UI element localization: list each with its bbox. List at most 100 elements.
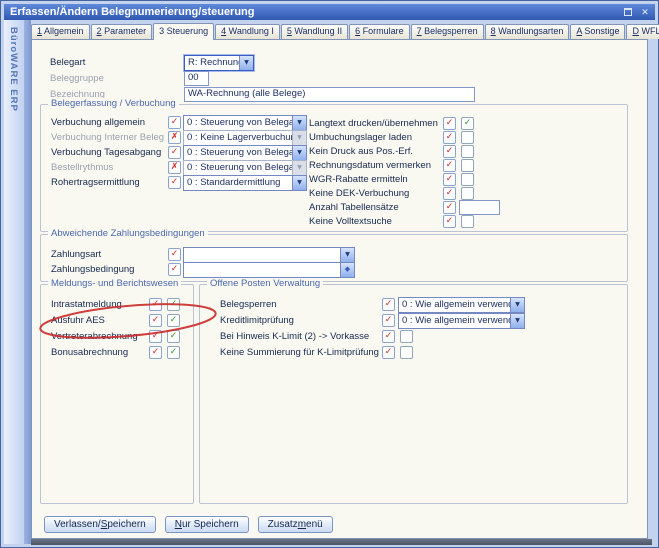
form-row: Keine Volltextsuche✓ <box>41 215 627 229</box>
row-label: Rechnungsdatum vermerken <box>309 160 431 171</box>
row-label: Ausfuhr AES <box>51 315 105 326</box>
chevron-down-icon[interactable]: ▼ <box>510 298 524 312</box>
row-label: Umbuchungslager laden <box>309 132 412 143</box>
verlassen-speichern-button[interactable]: Verlassen/Speichern <box>44 516 156 533</box>
chevron-down-icon[interactable]: ▼ <box>510 314 524 328</box>
dropdown-value: 0 : Wie allgemein verwenden <box>399 298 510 312</box>
beleggruppe-label: Beleggruppe <box>50 73 104 84</box>
tab-2-parameter[interactable]: 2 Parameter <box>91 24 153 39</box>
close-icon[interactable]: ✕ <box>638 6 652 18</box>
button-row: Verlassen/Speichern Nur Speichern Zusatzme… <box>44 516 333 533</box>
form-row: Ausfuhr AES ✓ ✓ <box>41 314 193 328</box>
form-row: WGR-Rabatte ermitteln ✓ <box>41 173 627 187</box>
chevron-down-icon[interactable]: ▼ <box>239 56 253 70</box>
row-label: Zahlungsbedingung <box>51 264 134 275</box>
application-window: { "window": { "title": "Erfassen/Ändern … <box>0 0 659 548</box>
chevron-down-icon[interactable]: ▼ <box>340 248 354 262</box>
row-label: Belegsperren <box>220 299 277 310</box>
red-check-icon[interactable]: ✓ <box>443 145 456 158</box>
green-check-icon[interactable]: ✓ <box>167 314 180 327</box>
checkbox-keine-dek-verbuchung[interactable] <box>461 187 474 200</box>
dropdown-value <box>184 248 340 262</box>
form-row: Intrastatmeldung✓✓ <box>41 298 193 312</box>
form-row: Anzahl Tabellensätze ✓ <box>41 201 627 215</box>
green-check-icon[interactable]: ✓ <box>167 298 180 311</box>
tab-3-steuerung[interactable]: 3 Steuerung <box>153 23 214 40</box>
red-check-icon[interactable]: ✓ <box>149 314 162 327</box>
checkbox-keine-volltextsuche[interactable] <box>461 215 474 228</box>
red-check-icon[interactable]: ✓ <box>443 173 456 186</box>
red-check-icon[interactable]: ✓ <box>149 298 162 311</box>
bezeichnung-input[interactable]: WA-Rechnung (alle Belege) <box>184 87 475 102</box>
bottom-edge-bar <box>31 539 652 545</box>
beleggruppe-input[interactable]: 00 <box>184 71 209 86</box>
checkbox-kein-druck-aus-pos-erf[interactable] <box>461 145 474 158</box>
tab-bar: 1 Allgemein2 Parameter3 Steuerung4 Wandl… <box>31 24 659 40</box>
checkbox-umbuchungslager-laden[interactable] <box>461 131 474 144</box>
sidebar: BüroWARE ERP <box>4 20 31 544</box>
red-check-icon[interactable]: ✓ <box>382 330 395 343</box>
tab-1-allgemein[interactable]: 1 Allgemein <box>31 24 90 39</box>
tab-d-wfl-tb[interactable]: D WFL/TB <box>626 24 659 39</box>
dropdown-kreditlimitpr-fung[interactable]: 0 : Wie allgemein verwenden▼ <box>398 313 525 329</box>
row-label: Anzahl Tabellensätze <box>309 202 399 213</box>
tab-a-sonstige[interactable]: A Sonstige <box>570 24 625 39</box>
green-check-icon[interactable]: ✓ <box>167 346 180 359</box>
sidebar-strip <box>24 20 31 544</box>
dropdown-zahlungsart[interactable]: ▼ <box>183 247 355 263</box>
group-offene-posten: Offene Posten Verwaltung Belegsperren✓0 … <box>199 284 628 504</box>
form-row: Langtext drucken/übernehmen✓✓ <box>41 117 627 131</box>
checkbox-bei-hinweis-k-limit-2-vorkasse[interactable] <box>400 330 413 343</box>
red-check-icon[interactable]: ✓ <box>443 215 456 228</box>
checkbox-rechnungsdatum-vermerken[interactable] <box>461 159 474 172</box>
green-check-icon[interactable]: ✓ <box>461 117 474 130</box>
window-titlebar: Erfassen/Ändern Belegnumerierung/steueru… <box>4 4 655 20</box>
red-check-icon[interactable]: ✓ <box>382 314 395 327</box>
red-check-icon[interactable]: ✓ <box>168 248 181 261</box>
restore-icon[interactable] <box>621 6 635 18</box>
row-label: Keine Summierung für K-Limitprüfung <box>220 347 379 358</box>
dropdown-value <box>184 263 340 277</box>
red-check-icon[interactable]: ✓ <box>443 159 456 172</box>
nur-speichern-button[interactable]: Nur Speichern <box>165 516 249 533</box>
red-check-icon[interactable]: ✓ <box>149 346 162 359</box>
group-caption: Abweichende Zahlungsbedingungen <box>48 228 208 239</box>
form-row: Bei Hinweis K-Limit (2) -> Vorkasse✓ <box>200 330 627 344</box>
tab-5-wandlung-ii[interactable]: 5 Wandlung II <box>281 24 348 39</box>
diamond-icon[interactable]: ◆ <box>340 263 354 277</box>
group-caption: Offene Posten Verwaltung <box>207 278 323 289</box>
form-row: Vertreterabrechnung✓✓ <box>41 330 193 344</box>
red-check-icon[interactable]: ✓ <box>443 187 456 200</box>
checkbox-wgr-rabatte-ermitteln[interactable] <box>461 173 474 186</box>
form-row: Umbuchungslager laden ✓ <box>41 131 627 145</box>
group-caption: Meldungs- und Berichtswesen <box>48 278 181 289</box>
row-label: Keine DEK-Verbuchung <box>309 188 409 199</box>
belegart-select[interactable]: R: Rechnung ▼ <box>184 55 254 71</box>
red-check-icon[interactable]: ✓ <box>443 131 456 144</box>
row-label: Zahlungsart <box>51 249 101 260</box>
red-check-icon[interactable]: ✓ <box>443 117 456 130</box>
checkbox-keine-summierung-f-r-k-limitpr-fung[interactable] <box>400 346 413 359</box>
dropdown-belegsperren[interactable]: 0 : Wie allgemein verwenden▼ <box>398 297 525 313</box>
tab-7-belegsperren[interactable]: 7 Belegsperren <box>411 24 484 39</box>
tab-4-wandlung-i[interactable]: 4 Wandlung I <box>215 24 280 39</box>
dropdown-zahlungsbedingung[interactable]: ◆ <box>183 262 355 278</box>
red-check-icon[interactable]: ✓ <box>443 201 456 214</box>
green-check-icon[interactable]: ✓ <box>167 330 180 343</box>
row-label: Kein Druck aus Pos.-Erf. <box>309 146 413 157</box>
red-check-icon[interactable]: ✓ <box>382 298 395 311</box>
tab-6-formulare[interactable]: 6 Formulare <box>349 24 410 39</box>
belegart-value: R: Rechnung <box>185 56 239 70</box>
input-anzahl-tabellens-tze[interactable] <box>459 200 500 215</box>
red-check-icon[interactable]: ✓ <box>149 330 162 343</box>
tab-8-wandlungsarten[interactable]: 8 Wandlungsarten <box>485 24 570 39</box>
red-check-icon[interactable]: ✓ <box>168 263 181 276</box>
belegart-label: Belegart <box>50 57 85 68</box>
row-label: WGR-Rabatte ermitteln <box>309 174 408 185</box>
red-check-icon[interactable]: ✓ <box>382 346 395 359</box>
row-label: Kreditlimitprüfung <box>220 315 294 326</box>
form-row: Keine DEK-Verbuchung ✓ <box>41 187 627 201</box>
form-row: Zahlungsart ✓ ▼ <box>41 248 627 262</box>
form-row: Kreditlimitprüfung ✓0 : Wie allgemein ver… <box>200 314 627 328</box>
zusatzmen-button[interactable]: Zusatzmenü <box>258 516 333 533</box>
